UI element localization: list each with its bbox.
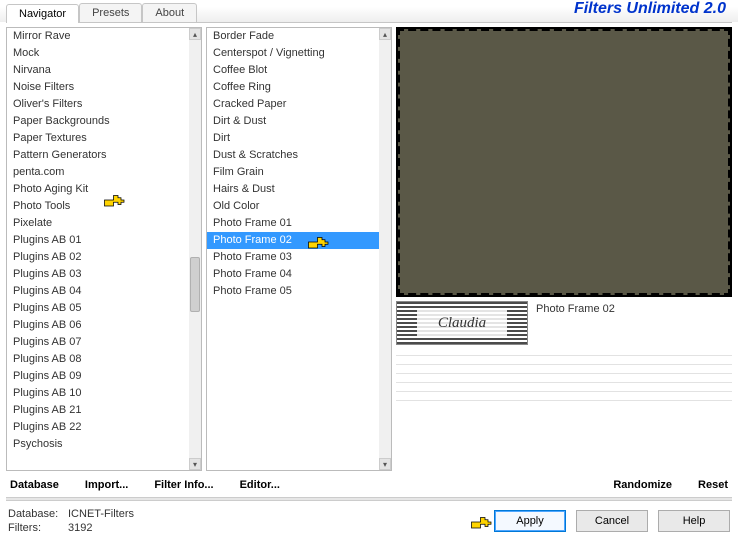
list-item[interactable]: Plugins AB 07	[7, 334, 189, 351]
list-item[interactable]: Photo Frame 02	[207, 232, 379, 249]
list-item[interactable]: Psychosis	[7, 436, 189, 453]
list-item[interactable]: Pattern Generators	[7, 147, 189, 164]
list-item[interactable]: Dirt	[207, 130, 379, 147]
scroll-up-icon[interactable]: ▴	[189, 28, 201, 40]
list-item[interactable]: Border Fade	[207, 28, 379, 45]
filter-info-button[interactable]: Filter Info...	[152, 477, 215, 493]
database-button[interactable]: Database	[8, 477, 61, 493]
filter-list[interactable]: Border FadeCenterspot / VignettingCoffee…	[206, 27, 392, 471]
filters-label: Filters:	[8, 521, 68, 535]
list-item[interactable]: Photo Tools	[7, 198, 189, 215]
list-item[interactable]: Dirt & Dust	[207, 113, 379, 130]
preset-thumbnail-label: Claudia	[397, 302, 527, 344]
list-item[interactable]: penta.com	[7, 164, 189, 181]
list-item[interactable]: Cracked Paper	[207, 96, 379, 113]
cancel-button[interactable]: Cancel	[576, 510, 648, 532]
list-item[interactable]: Plugins AB 10	[7, 385, 189, 402]
reset-button[interactable]: Reset	[696, 477, 730, 493]
list-item[interactable]: Paper Backgrounds	[7, 113, 189, 130]
list-item[interactable]: Photo Frame 03	[207, 249, 379, 266]
app-logo: Filters Unlimited 2.0	[574, 0, 726, 18]
scroll-thumb[interactable]	[190, 257, 200, 311]
list-item[interactable]: Plugins AB 03	[7, 266, 189, 283]
pointer-icon	[470, 512, 494, 532]
import-button[interactable]: Import...	[83, 477, 130, 493]
filters-value: 3192	[68, 521, 92, 535]
status-info: Database: ICNET-Filters Filters: 3192	[8, 507, 134, 535]
preset-name: Photo Frame 02	[536, 301, 732, 315]
tab-about[interactable]: About	[142, 3, 197, 22]
category-list[interactable]: Mirror RaveMockNirvanaNoise FiltersOlive…	[6, 27, 202, 471]
parameter-area	[396, 345, 732, 471]
list-item[interactable]: Pixelate	[7, 215, 189, 232]
apply-button[interactable]: Apply	[494, 510, 566, 532]
database-value: ICNET-Filters	[68, 507, 134, 521]
list-item[interactable]: Photo Frame 05	[207, 283, 379, 300]
preset-thumbnail[interactable]: Claudia	[396, 301, 528, 345]
list-item[interactable]: Film Grain	[207, 164, 379, 181]
list-item[interactable]: Coffee Blot	[207, 62, 379, 79]
list-item[interactable]: Coffee Ring	[207, 79, 379, 96]
list-item[interactable]: Dust & Scratches	[207, 147, 379, 164]
list-item[interactable]: Paper Textures	[7, 130, 189, 147]
list-item[interactable]: Mock	[7, 45, 189, 62]
list-item[interactable]: Centerspot / Vignetting	[207, 45, 379, 62]
list-item[interactable]: Plugins AB 02	[7, 249, 189, 266]
list-item[interactable]: Mirror Rave	[7, 28, 189, 45]
scroll-down-icon[interactable]: ▾	[379, 458, 391, 470]
help-button[interactable]: Help	[658, 510, 730, 532]
scroll-down-icon[interactable]: ▾	[189, 458, 201, 470]
list-item[interactable]: Nirvana	[7, 62, 189, 79]
filter-preview	[396, 27, 732, 297]
list-item[interactable]: Plugins AB 08	[7, 351, 189, 368]
list-item[interactable]: Plugins AB 09	[7, 368, 189, 385]
tabstrip: Navigator Presets About	[6, 2, 197, 22]
list-item[interactable]: Plugins AB 04	[7, 283, 189, 300]
tab-presets[interactable]: Presets	[79, 3, 142, 22]
list-item[interactable]: Hairs & Dust	[207, 181, 379, 198]
editor-button[interactable]: Editor...	[238, 477, 282, 493]
list-item[interactable]: Plugins AB 21	[7, 402, 189, 419]
list-item[interactable]: Plugins AB 22	[7, 419, 189, 436]
list-item[interactable]: Plugins AB 06	[7, 317, 189, 334]
randomize-button[interactable]: Randomize	[611, 477, 674, 493]
list-item[interactable]: Plugins AB 05	[7, 300, 189, 317]
scroll-up-icon[interactable]: ▴	[379, 28, 391, 40]
list-item[interactable]: Plugins AB 01	[7, 232, 189, 249]
list-item[interactable]: Old Color	[207, 198, 379, 215]
category-scrollbar[interactable]: ▴ ▾	[189, 28, 201, 470]
filter-scrollbar[interactable]: ▴ ▾	[379, 28, 391, 470]
tab-navigator[interactable]: Navigator	[6, 4, 79, 23]
list-item[interactable]: Photo Frame 04	[207, 266, 379, 283]
list-item[interactable]: Noise Filters	[7, 79, 189, 96]
list-item[interactable]: Photo Aging Kit	[7, 181, 189, 198]
list-item[interactable]: Oliver's Filters	[7, 96, 189, 113]
list-item[interactable]: Photo Frame 01	[207, 215, 379, 232]
database-label: Database:	[8, 507, 68, 521]
